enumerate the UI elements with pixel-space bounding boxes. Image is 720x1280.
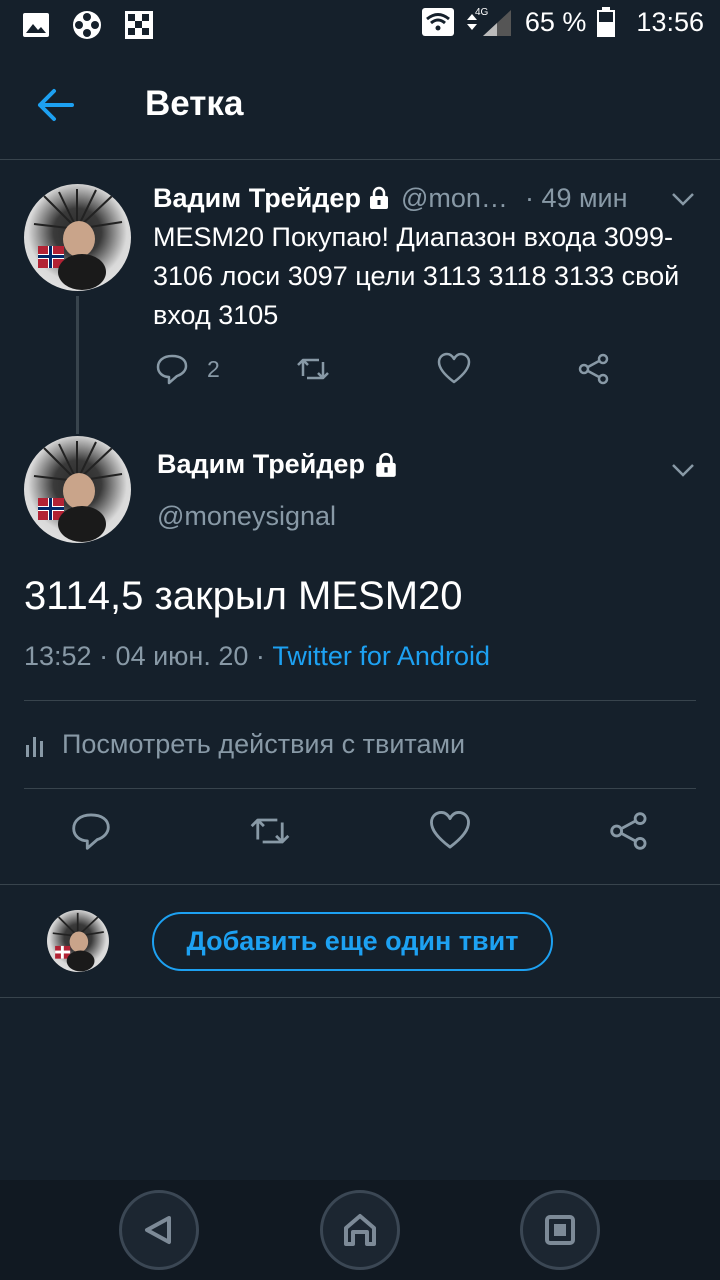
divider [0, 884, 720, 885]
nav-recents-icon [545, 1215, 575, 1245]
reply-icon [156, 354, 188, 385]
like-button[interactable] [437, 352, 471, 386]
signal-icon: 4G [466, 7, 511, 36]
add-tweet-button[interactable]: Добавить еще один твит [152, 912, 553, 971]
chevron-down-icon[interactable] [668, 455, 698, 485]
view-tweet-activity[interactable]: Посмотреть действия с твитами [24, 729, 465, 760]
status-bar: 4G 65 % 13:56 [0, 0, 720, 50]
tweet-header: Вадим Трейдер @mon… · 49 мин [153, 180, 698, 216]
film-reel-icon [73, 11, 101, 39]
reply-count: 2 [207, 355, 220, 382]
nav-recents-button[interactable] [520, 1190, 600, 1270]
nav-home-button[interactable] [320, 1190, 400, 1270]
author-name[interactable]: Вадим Трейдер [153, 183, 361, 214]
tweet-meta: 13:52 · 04 июн. 20 · Twitter for Android [24, 641, 490, 672]
retweet-button[interactable] [295, 352, 331, 386]
tweet-source-link[interactable]: Twitter for Android [272, 641, 490, 671]
divider [0, 997, 720, 998]
checkerboard-icon [125, 11, 153, 39]
avatar [47, 910, 109, 972]
share-button[interactable] [577, 352, 611, 386]
tweet-actions [0, 810, 720, 866]
tweet-time: · 49 мин [524, 182, 628, 213]
like-icon[interactable] [429, 810, 471, 852]
page-title: Ветка [145, 84, 244, 123]
app-bar: Ветка [0, 50, 720, 160]
thread-line [76, 296, 79, 434]
reply-icon[interactable] [70, 810, 112, 852]
tweet-text: MESM20 Покупаю! Диапазон входа 3099-3106… [153, 222, 680, 330]
system-nav-bar [0, 1180, 720, 1280]
like-icon [437, 352, 471, 384]
retweet-icon[interactable] [248, 810, 292, 852]
bar-chart-icon [26, 736, 43, 757]
author-name-row: Вадим Трейдер [157, 449, 399, 480]
author-handle: @mon… [400, 182, 508, 213]
back-arrow-icon[interactable] [34, 84, 76, 126]
tweet-actions: 2 [155, 352, 625, 396]
avatar[interactable] [24, 184, 131, 291]
avatar[interactable] [24, 436, 131, 543]
retweet-icon [297, 358, 329, 380]
battery-percent: 65 % [524, 6, 587, 37]
image-icon [23, 13, 49, 37]
share-icon[interactable] [608, 810, 650, 852]
author-handle: @moneysignal [157, 501, 336, 531]
tweet-timestamp: 13:52 · 04 июн. 20 · [24, 641, 273, 671]
clock: 13:56 [636, 6, 704, 37]
battery-icon [597, 7, 616, 37]
share-icon [578, 353, 609, 385]
nav-home-icon [344, 1214, 376, 1246]
reply-button[interactable]: 2 [155, 352, 220, 386]
wifi-icon [421, 8, 454, 36]
divider [24, 788, 696, 789]
chevron-down-icon[interactable] [668, 184, 698, 214]
author-name[interactable]: Вадим Трейдер [157, 449, 365, 480]
lock-icon [369, 186, 388, 209]
lock-icon [376, 452, 396, 477]
activity-label: Посмотреть действия с твитами [62, 729, 466, 759]
svg-text:4G: 4G [475, 7, 489, 18]
tweet-text: 3114,5 закрыл MESM20 [24, 574, 463, 618]
nav-back-icon [145, 1216, 171, 1244]
nav-back-button[interactable] [119, 1190, 199, 1270]
divider [24, 700, 696, 701]
